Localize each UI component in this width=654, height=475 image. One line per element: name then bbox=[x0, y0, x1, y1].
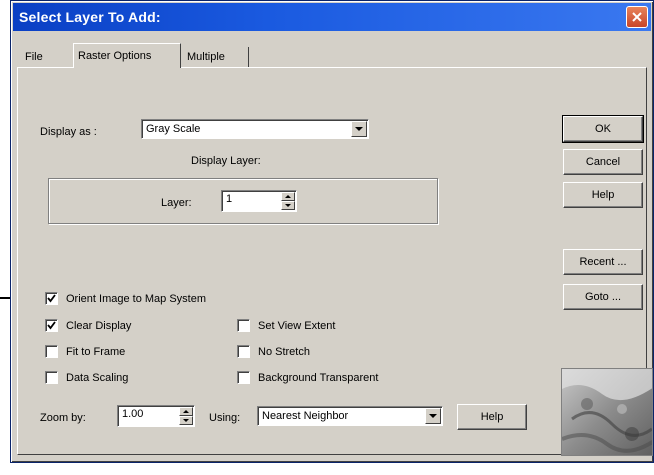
clear-display-checkbox[interactable]: Clear Display bbox=[45, 319, 131, 332]
orient-image-checkbox[interactable]: Orient Image to Map System bbox=[45, 292, 206, 305]
background-transparent-label: Background Transparent bbox=[258, 371, 379, 384]
no-stretch-checkbox[interactable]: No Stretch bbox=[237, 345, 310, 358]
data-scaling-label: Data Scaling bbox=[66, 371, 129, 384]
checkmark-icon bbox=[47, 321, 56, 330]
zoom-value: 1.00 bbox=[122, 408, 144, 420]
zoom-spinner[interactable]: 1.00 bbox=[117, 405, 195, 427]
raster-preview-image bbox=[561, 368, 653, 456]
fit-to-frame-checkbox[interactable]: Fit to Frame bbox=[45, 345, 125, 358]
tab-file[interactable]: File bbox=[21, 47, 65, 67]
title-bar: Select Layer To Add: bbox=[13, 3, 651, 31]
help-button[interactable]: Help bbox=[563, 182, 643, 208]
background-transparent-checkbox[interactable]: Background Transparent bbox=[237, 371, 378, 384]
chevron-down-icon[interactable] bbox=[425, 408, 441, 424]
display-as-label: Display as : bbox=[40, 126, 97, 138]
layer-label: Layer: bbox=[161, 197, 192, 209]
spin-down-icon[interactable] bbox=[281, 201, 295, 210]
cancel-button[interactable]: Cancel bbox=[563, 149, 643, 175]
clear-display-label: Clear Display bbox=[66, 319, 132, 332]
zoom-label: Zoom by: bbox=[40, 412, 86, 424]
dialog-title: Select Layer To Add: bbox=[19, 9, 161, 25]
spin-down-icon[interactable] bbox=[179, 416, 193, 425]
display-as-select[interactable]: Gray Scale bbox=[141, 119, 369, 139]
goto-button[interactable]: Goto ... bbox=[563, 284, 643, 310]
resample-method-value: Nearest Neighbor bbox=[262, 410, 349, 422]
checkmark-icon bbox=[47, 294, 56, 303]
zoom-help-button[interactable]: Help bbox=[457, 404, 527, 430]
layer-spinner[interactable]: 1 bbox=[221, 190, 297, 212]
layer-value: 1 bbox=[226, 193, 233, 205]
set-view-extent-label: Set View Extent bbox=[258, 319, 336, 332]
spin-up-icon[interactable] bbox=[281, 192, 295, 201]
tab-multiple[interactable]: Multiple bbox=[183, 47, 249, 67]
close-button[interactable] bbox=[626, 6, 648, 28]
ok-button[interactable]: OK bbox=[562, 115, 644, 143]
select-layer-dialog: Select Layer To Add: File Raster Options… bbox=[10, 0, 654, 463]
spin-up-icon[interactable] bbox=[179, 407, 193, 416]
recent-button[interactable]: Recent ... bbox=[563, 249, 643, 275]
fit-to-frame-label: Fit to Frame bbox=[66, 345, 126, 358]
display-layer-heading: Display Layer: bbox=[191, 155, 261, 167]
data-scaling-checkbox[interactable]: Data Scaling bbox=[45, 371, 128, 384]
using-label: Using: bbox=[209, 412, 241, 424]
orient-image-label: Orient Image to Map System bbox=[66, 292, 206, 305]
chevron-down-icon[interactable] bbox=[351, 121, 367, 137]
resample-method-select[interactable]: Nearest Neighbor bbox=[257, 406, 443, 426]
set-view-extent-checkbox[interactable]: Set View Extent bbox=[237, 319, 335, 332]
no-stretch-label: No Stretch bbox=[258, 345, 310, 358]
tab-raster-options[interactable]: Raster Options bbox=[73, 43, 181, 68]
close-icon bbox=[632, 12, 642, 22]
display-as-value: Gray Scale bbox=[146, 123, 201, 135]
